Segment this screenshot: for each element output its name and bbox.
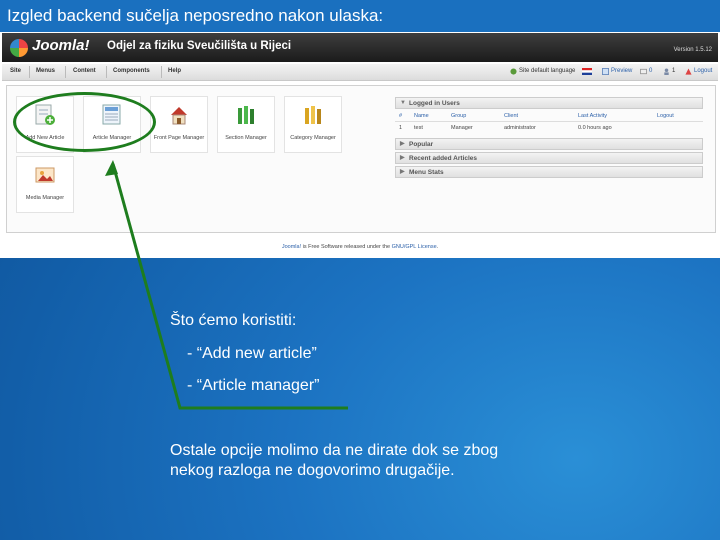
collapse-arrow-icon: ▶ — [400, 169, 405, 175]
menu-components[interactable]: Components — [113, 68, 150, 74]
expand-arrow-icon: ▼ — [400, 100, 406, 106]
collapse-arrow-icon: ▶ — [400, 155, 405, 161]
tile-label: Category Manager — [290, 135, 336, 141]
note-heading: Što ćemo koristiti: — [170, 312, 297, 329]
menu-content[interactable]: Content — [73, 68, 96, 74]
menu-divider — [106, 66, 107, 78]
note-other-line2: nekog razloga ne dogovorimo drugačije. — [170, 462, 455, 479]
bullet-article-manager: - “Article manager” — [187, 377, 320, 394]
joomla-footer: Joomla! is Free Software released under … — [0, 244, 720, 250]
menu-stats-header[interactable]: ▶ Menu Stats — [395, 166, 703, 178]
section-manager-button[interactable]: Section Manager — [217, 96, 275, 153]
users-count[interactable]: 1 — [672, 68, 675, 74]
slide-title: Izgled backend sučelja neposredno nakon … — [0, 0, 720, 32]
language-icon — [510, 68, 517, 75]
table-header: # — [399, 113, 403, 119]
front-page-manager-button[interactable]: Front Page Manager — [150, 96, 208, 153]
panel-title: Recent added Articles — [409, 155, 478, 162]
table-cell: administrator — [504, 125, 536, 131]
users-icon — [664, 68, 669, 75]
menu-divider — [161, 66, 162, 78]
menu-menus[interactable]: Menus — [36, 68, 55, 74]
site-default-language-link[interactable]: Site default language — [519, 68, 575, 74]
recent-articles-header[interactable]: ▶ Recent added Articles — [395, 152, 703, 164]
messages-icon — [640, 68, 647, 75]
table-header[interactable]: Client — [504, 113, 518, 119]
table-cell: 1 — [399, 125, 403, 131]
media-icon — [35, 167, 55, 183]
admin-menubar: Site Menus Content Components Help Site … — [2, 64, 718, 81]
logged-in-users-header[interactable]: ▼ Logged in Users — [395, 97, 703, 109]
logout-icon — [685, 68, 692, 75]
menu-site[interactable]: Site — [10, 68, 21, 74]
table-cell: Manager — [451, 125, 473, 131]
joomla-logo: Joomla! — [32, 37, 90, 54]
footer-license-link[interactable]: GNU/GPL License — [392, 244, 437, 250]
menu-help[interactable]: Help — [168, 68, 181, 74]
table-header: Logout — [657, 113, 674, 119]
tile-label: Front Page Manager — [153, 135, 205, 141]
menu-divider — [29, 66, 30, 78]
panel-title: Logged in Users — [409, 100, 460, 107]
messages-count[interactable]: 0 — [649, 68, 652, 74]
table-header[interactable]: Name — [414, 113, 429, 119]
flag-icon — [582, 68, 592, 75]
collapse-arrow-icon: ▶ — [400, 141, 405, 147]
home-icon — [171, 107, 187, 125]
category-icon — [305, 106, 321, 124]
note-other-line1: Ostale opcije molimo da ne dirate dok se… — [170, 442, 499, 459]
table-header[interactable]: Last Activity — [578, 113, 607, 119]
preview-icon — [602, 68, 609, 75]
tile-label: Section Manager — [225, 135, 267, 141]
panel-title: Popular — [409, 141, 434, 148]
footer-end: . — [436, 244, 439, 250]
popular-header[interactable]: ▶ Popular — [395, 138, 703, 150]
table-header[interactable]: Group — [451, 113, 466, 119]
section-icon — [238, 106, 254, 124]
joomla-logo-icon — [10, 39, 28, 57]
table-divider — [395, 121, 703, 122]
version-label: Version 1.5.12 — [673, 47, 712, 53]
preview-link[interactable]: Preview — [611, 68, 632, 74]
site-title: Odjel za fiziku Sveučilišta u Rijeci — [107, 40, 292, 52]
table-cell[interactable]: test — [414, 125, 423, 131]
logout-link[interactable]: Logout — [694, 68, 712, 74]
bullet-add-new-article: - “Add new article” — [187, 345, 317, 362]
table-cell: 0.0 hours ago — [578, 125, 612, 131]
menu-divider — [65, 66, 66, 78]
panel-title: Menu Stats — [409, 169, 444, 176]
category-manager-button[interactable]: Category Manager — [284, 96, 342, 153]
tile-label: Media Manager — [25, 195, 65, 201]
joomla-header: Joomla! Odjel za fiziku Sveučilišta u Ri… — [2, 33, 718, 62]
footer-text: is Free Software released under the — [301, 244, 392, 250]
highlight-ellipse — [13, 92, 156, 152]
media-manager-button[interactable]: Media Manager — [16, 156, 74, 213]
footer-joomla-link[interactable]: Joomla! — [282, 244, 301, 250]
